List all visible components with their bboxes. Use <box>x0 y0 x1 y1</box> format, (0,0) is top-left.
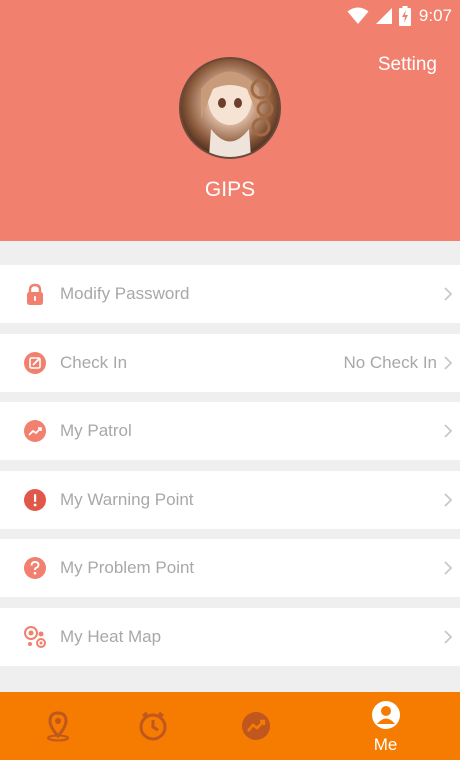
tab-statistics[interactable] <box>198 692 313 760</box>
menu-item-label: Check In <box>60 353 128 372</box>
cellular-signal-icon <box>375 7 393 25</box>
setting-button[interactable]: Setting <box>378 54 437 76</box>
bottom-tab-bar: Me <box>0 692 460 760</box>
menu-item-my-patrol[interactable]: My Patrol <box>0 402 460 460</box>
map-pin-icon <box>46 711 69 742</box>
menu-item-label: My Problem Point <box>60 558 195 577</box>
avatar[interactable] <box>179 57 281 159</box>
status-time: 9:07 <box>418 6 452 25</box>
chevron-right-icon <box>442 286 454 302</box>
menu-item-my-heat-map[interactable]: My Heat Map <box>0 608 460 666</box>
tab-clock[interactable] <box>95 692 210 760</box>
username: GIPS <box>204 178 256 201</box>
chevron-right-icon <box>442 560 454 576</box>
trend-icon <box>24 420 46 442</box>
clock-icon <box>139 711 166 741</box>
check-in-status: No Check In <box>343 353 437 372</box>
status-bar: 9:07 <box>0 0 460 30</box>
chevron-right-icon <box>442 423 454 439</box>
trend-chart-icon <box>241 712 270 740</box>
battery-charging-icon <box>398 6 411 26</box>
menu-item-label: My Heat Map <box>60 627 162 646</box>
menu-item-my-problem-point[interactable]: My Problem Point <box>0 539 460 597</box>
menu-item-my-warning-point[interactable]: My Warning Point <box>0 471 460 529</box>
exclamation-icon <box>24 489 46 511</box>
lock-icon <box>24 283 46 305</box>
tab-label-me: Me <box>373 735 398 754</box>
chevron-right-icon <box>442 355 454 371</box>
menu-item-label: My Warning Point <box>60 490 194 509</box>
menu-item-label: Modify Password <box>60 284 190 303</box>
chevron-right-icon <box>442 629 454 645</box>
tab-me[interactable]: Me <box>328 692 443 760</box>
edit-icon <box>24 352 46 374</box>
heat-map-icon <box>24 626 46 648</box>
chevron-right-icon <box>442 492 454 508</box>
menu-item-label: My Patrol <box>60 421 132 440</box>
person-icon <box>371 701 400 729</box>
menu-item-modify-password[interactable]: Modify Password <box>0 265 460 323</box>
profile-header: 9:07 Setting GIPS <box>0 0 460 241</box>
menu-item-check-in[interactable]: Check In No Check In <box>0 334 460 392</box>
status-icons: 9:07 <box>347 4 452 28</box>
question-icon <box>24 557 46 579</box>
wifi-icon <box>347 7 369 25</box>
